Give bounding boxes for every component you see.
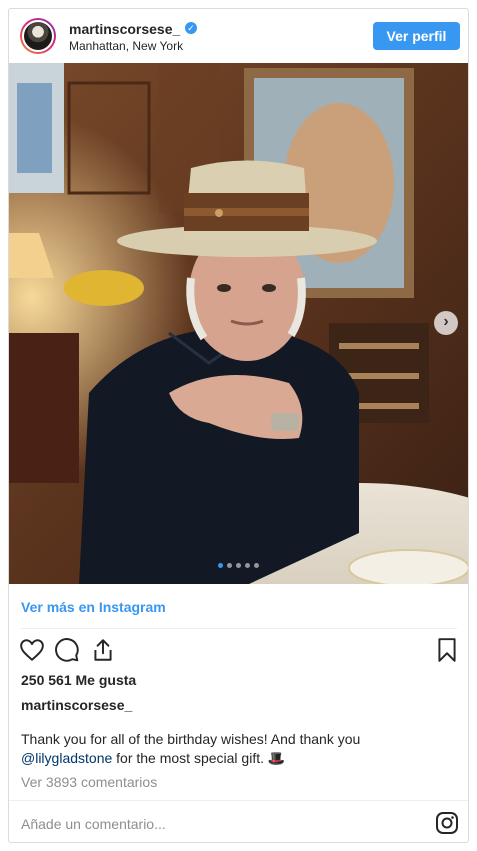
location[interactable]: Manhattan, New York <box>69 39 183 53</box>
post-header: martinscorsese_ ✓ Manhattan, New York Ve… <box>9 9 468 64</box>
divider <box>21 628 457 629</box>
carousel-dot <box>245 563 250 568</box>
instagram-embed-card: martinscorsese_ ✓ Manhattan, New York Ve… <box>8 8 469 843</box>
avatar[interactable] <box>20 18 56 54</box>
bookmark-icon[interactable] <box>434 637 460 663</box>
caption-text-end: for the most special gift. <box>112 750 268 766</box>
caption-text: Thank you for all of the birthday wishes… <box>21 731 361 747</box>
view-more-on-instagram-link[interactable]: Ver más en Instagram <box>21 599 166 615</box>
view-profile-button[interactable]: Ver perfil <box>373 22 460 50</box>
top-hat-emoji: 🎩 <box>267 750 286 766</box>
caption-username[interactable]: martinscorsese_ <box>21 697 132 713</box>
view-comments-link[interactable]: Ver 3893 comentarios <box>21 774 157 790</box>
carousel-dot <box>227 563 232 568</box>
heart-icon[interactable] <box>19 637 45 663</box>
divider <box>9 800 468 801</box>
instagram-icon[interactable] <box>435 811 459 835</box>
carousel-dot <box>218 563 223 568</box>
carousel-dots <box>9 563 468 568</box>
post-photo[interactable]: › <box>9 63 468 584</box>
avatar-image <box>22 20 54 52</box>
next-slide-button[interactable]: › <box>434 311 458 335</box>
comment-icon[interactable] <box>54 637 80 663</box>
post-caption: Thank you for all of the birthday wishes… <box>21 730 457 768</box>
likes-count[interactable]: 250 561 Me gusta <box>21 672 136 688</box>
add-comment-input[interactable]: Añade un comentario... <box>21 816 166 832</box>
share-icon[interactable] <box>90 637 116 663</box>
username[interactable]: martinscorsese_ <box>69 21 180 37</box>
mention-link[interactable]: @lilygladstone <box>21 750 112 766</box>
action-bar <box>9 637 468 667</box>
carousel-dot <box>254 563 259 568</box>
verified-badge-icon: ✓ <box>185 22 197 34</box>
carousel-dot <box>236 563 241 568</box>
photo-illustration <box>9 63 468 584</box>
